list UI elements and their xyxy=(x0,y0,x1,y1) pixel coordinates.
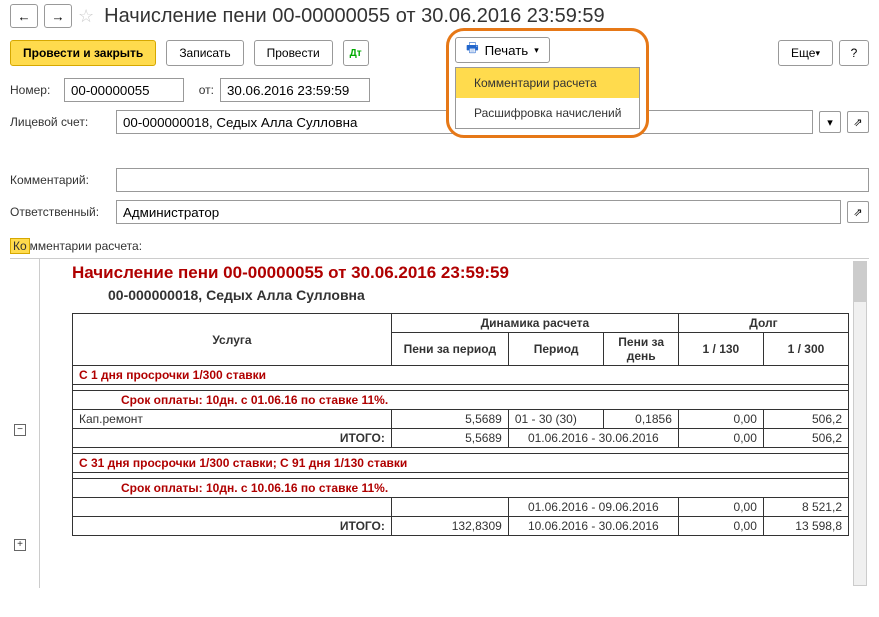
peni-day-cell: 0,1856 xyxy=(604,410,678,429)
peni-cell: 5,5689 xyxy=(391,410,508,429)
col-period: Период xyxy=(508,333,604,366)
responsible-label: Ответственный: xyxy=(10,205,110,219)
chevron-down-icon: ▾ xyxy=(534,45,539,56)
open-icon: ⇗ xyxy=(853,206,862,219)
col-dynamics: Динамика расчета xyxy=(391,314,678,333)
report-title: Начисление пени 00-00000055 от 30.06.201… xyxy=(72,263,849,283)
col-peni-day: Пени за день xyxy=(604,333,678,366)
total-peni: 5,5689 xyxy=(391,429,508,448)
table-header-row: Услуга Динамика расчета Долг xyxy=(73,314,849,333)
section-label: Комментарии расчета: xyxy=(0,236,879,256)
print-dropdown-menu: Комментарии расчета Расшифровка начислен… xyxy=(455,67,640,129)
number-label: Номер: xyxy=(10,83,58,97)
save-button[interactable]: Записать xyxy=(166,40,243,66)
period-cell: 01.06.2016 - 09.06.2016 xyxy=(508,498,678,517)
from-label: от: xyxy=(190,83,214,97)
total-300: 506,2 xyxy=(763,429,848,448)
r130-cell: 0,00 xyxy=(678,410,763,429)
account-open-button[interactable]: ⇗ xyxy=(847,111,869,133)
r130-cell: 0,00 xyxy=(678,498,763,517)
r300-cell: 506,2 xyxy=(763,410,848,429)
total-period: 10.06.2016 - 30.06.2016 xyxy=(508,517,678,536)
account-select-button[interactable]: ▾ xyxy=(819,111,841,133)
col-service: Услуга xyxy=(73,314,392,366)
table-row: ИТОГО: 5,5689 01.06.2016 - 30.06.2016 0,… xyxy=(73,429,849,448)
total-period: 01.06.2016 - 30.06.2016 xyxy=(508,429,678,448)
account-label: Лицевой счет: xyxy=(10,115,110,129)
post-and-close-button[interactable]: Провести и закрыть xyxy=(10,40,156,66)
period-cell: 01 - 30 (30) xyxy=(508,410,604,429)
table-row: С 31 дня просрочки 1/300 ставки; С 91 дн… xyxy=(73,454,849,473)
group-header: С 1 дня просрочки 1/300 ставки xyxy=(73,366,849,385)
col-peni-period: Пени за период xyxy=(391,333,508,366)
total-300: 13 598,8 xyxy=(763,517,848,536)
term-row: Срок оплаты: 10дн. с 10.06.16 по ставке … xyxy=(73,479,849,498)
report-subtitle: 00-000000018, Седых Алла Сулловна xyxy=(108,287,849,303)
table-row: 01.06.2016 - 09.06.2016 0,00 8 521,2 xyxy=(73,498,849,517)
responsible-open-button[interactable]: ⇗ xyxy=(847,201,869,223)
table-row: С 1 дня просрочки 1/300 ставки xyxy=(73,366,849,385)
comment-label: Комментарий: xyxy=(10,173,110,187)
open-icon: ⇗ xyxy=(853,116,862,129)
favorite-star-icon[interactable]: ☆ xyxy=(78,6,94,27)
col-300: 1 / 300 xyxy=(763,333,848,366)
total-130: 0,00 xyxy=(678,429,763,448)
service-cell: Кап.ремонт xyxy=(73,410,392,429)
table-row: Срок оплаты: 10дн. с 01.06.16 по ставке … xyxy=(73,391,849,410)
more-button[interactable]: Еще ▾ xyxy=(778,40,833,66)
report-table: Услуга Динамика расчета Долг Пени за пер… xyxy=(72,313,849,536)
tree-expand-button[interactable]: + xyxy=(14,539,26,551)
section-label-rest: мментарии расчета: xyxy=(30,239,142,253)
report-body: Начисление пени 00-00000055 от 30.06.201… xyxy=(42,259,869,588)
print-button[interactable]: 🖶 Печать ▾ xyxy=(455,37,550,63)
responsible-field[interactable] xyxy=(116,200,841,224)
dt-kt-button[interactable]: Дт xyxy=(343,40,369,66)
total-peni: 132,8309 xyxy=(391,517,508,536)
section-label-prefix: Ко xyxy=(10,238,30,254)
arrow-left-icon: ← xyxy=(17,9,30,24)
print-menu-details[interactable]: Расшифровка начислений xyxy=(456,98,639,128)
table-row: ИТОГО: 132,8309 10.06.2016 - 30.06.2016 … xyxy=(73,517,849,536)
post-button[interactable]: Провести xyxy=(254,40,333,66)
dropdown-icon: ▾ xyxy=(827,116,833,129)
arrow-right-icon: → xyxy=(51,9,64,24)
forward-button[interactable]: → xyxy=(44,4,72,28)
group-header: С 31 дня просрочки 1/300 ставки; С 91 дн… xyxy=(73,454,849,473)
table-row: Срок оплаты: 10дн. с 10.06.16 по ставке … xyxy=(73,479,849,498)
term-row: Срок оплаты: 10дн. с 01.06.16 по ставке … xyxy=(73,391,849,410)
comment-field[interactable] xyxy=(116,168,869,192)
col-debt: Долг xyxy=(678,314,848,333)
r300-cell: 8 521,2 xyxy=(763,498,848,517)
scroll-thumb[interactable] xyxy=(854,262,866,302)
date-field[interactable] xyxy=(220,78,370,102)
page-title: Начисление пени 00-00000055 от 30.06.201… xyxy=(104,5,605,28)
number-field[interactable] xyxy=(64,78,184,102)
back-button[interactable]: ← xyxy=(10,4,38,28)
table-row: Кап.ремонт 5,5689 01 - 30 (30) 0,1856 0,… xyxy=(73,410,849,429)
tree-collapse-button[interactable]: − xyxy=(14,424,26,436)
vertical-scrollbar[interactable] xyxy=(853,261,867,586)
print-label: Печать xyxy=(485,43,529,58)
print-highlight-box: 🖶 Печать ▾ Комментарии расчета Расшифров… xyxy=(446,28,649,138)
print-menu-comments[interactable]: Комментарии расчета xyxy=(456,68,639,98)
total-130: 0,00 xyxy=(678,517,763,536)
col-130: 1 / 130 xyxy=(678,333,763,366)
chevron-down-icon: ▾ xyxy=(815,48,820,59)
tree-gutter: − + xyxy=(10,259,40,588)
total-label: ИТОГО: xyxy=(73,429,392,448)
total-label: ИТОГО: xyxy=(73,517,392,536)
help-button[interactable]: ? xyxy=(839,40,869,66)
printer-icon: 🖶 xyxy=(466,39,479,61)
dt-kt-icon: Дт xyxy=(350,48,362,59)
